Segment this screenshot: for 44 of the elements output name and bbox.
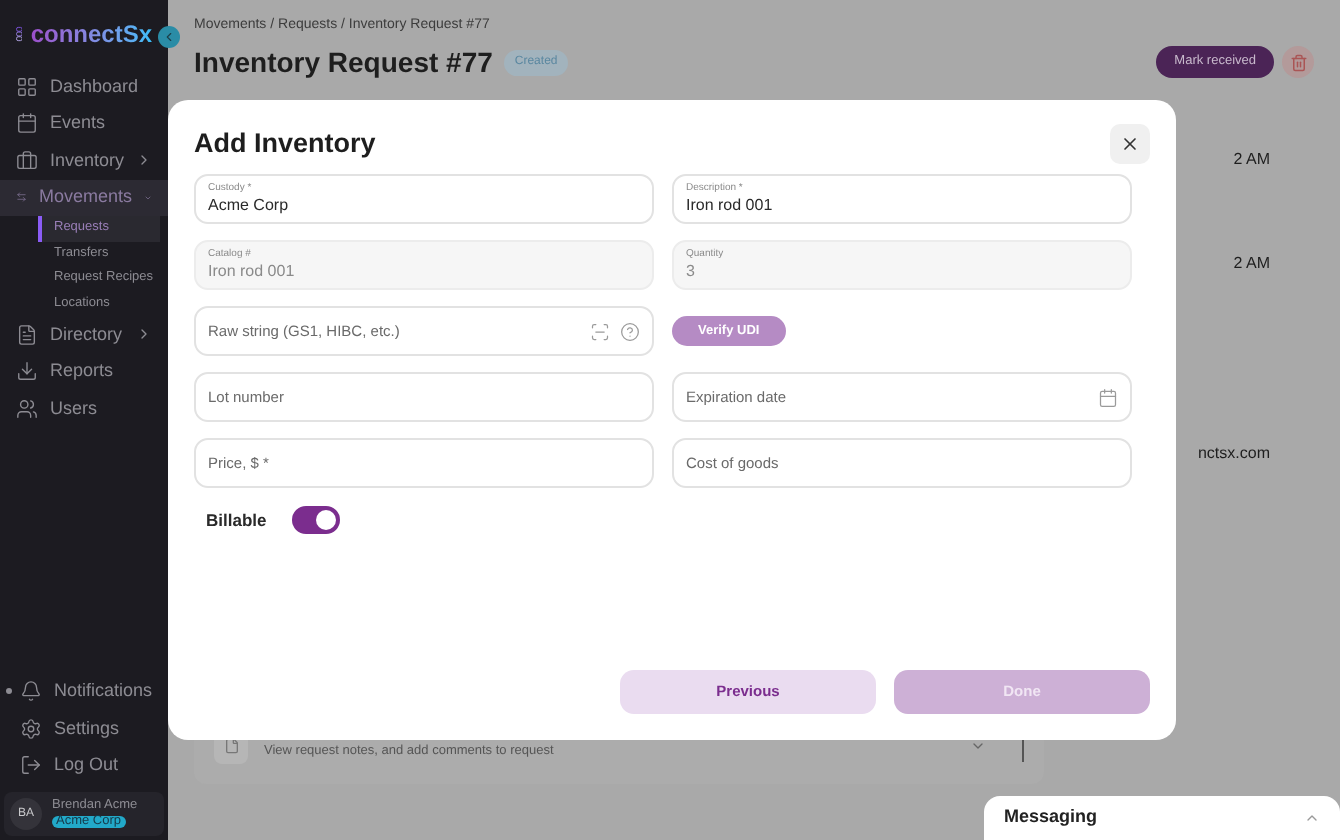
field-value: 3 xyxy=(686,264,697,281)
trash-icon xyxy=(1289,53,1307,71)
bell-icon xyxy=(20,680,42,703)
dialog-title: Add Inventory xyxy=(194,126,376,162)
nav-item[interactable]: Inventory xyxy=(0,142,168,179)
document-icon xyxy=(16,323,38,346)
nav-item[interactable]: Dashboard xyxy=(0,68,168,105)
settings-icon xyxy=(20,717,42,740)
nav-item[interactable]: Log Out xyxy=(20,752,119,779)
email-text: nctsx.com xyxy=(1197,441,1270,465)
collapse-button[interactable] xyxy=(158,26,180,48)
field-value: Acme Corp xyxy=(208,198,291,215)
field-value: Iron rod 001 xyxy=(208,264,297,281)
chevron-up-icon xyxy=(1304,810,1320,826)
billable-label: Billable xyxy=(206,507,267,534)
nav-item[interactable]: Directory xyxy=(0,316,168,353)
logout-icon xyxy=(20,754,42,777)
calendar-icon[interactable] xyxy=(1098,387,1118,408)
messaging-title: Messaging xyxy=(1004,804,1098,831)
close-icon xyxy=(1120,134,1140,155)
page-title: Inventory Request #77 xyxy=(194,43,493,82)
chevron-icon[interactable] xyxy=(969,738,985,754)
time-text: 2 AM xyxy=(1233,147,1270,171)
nav-item[interactable]: Users xyxy=(0,390,168,427)
billable-toggle[interactable] xyxy=(292,506,341,535)
nav-item[interactable]: Events xyxy=(0,105,168,142)
nav-item[interactable]: Movements xyxy=(0,179,168,216)
nav-item[interactable]: Settings xyxy=(20,715,120,742)
close-button[interactable] xyxy=(1110,124,1150,165)
grid-icon xyxy=(16,75,38,98)
file-icon xyxy=(223,738,239,754)
scan-icon[interactable] xyxy=(590,321,610,342)
help-icon[interactable] xyxy=(620,321,640,342)
delete-button[interactable] xyxy=(1282,46,1314,78)
field-value: Iron rod 001 xyxy=(686,198,775,215)
briefcase-icon xyxy=(16,149,38,172)
time-text: 2 AM xyxy=(1233,251,1270,275)
calendar-icon xyxy=(16,112,38,135)
nav-item[interactable]: Notifications xyxy=(20,678,153,705)
users-icon xyxy=(16,397,38,420)
download-icon xyxy=(16,360,38,383)
chevron-left-icon xyxy=(162,30,176,44)
messaging-panel[interactable]: Messaging xyxy=(984,796,1340,840)
nav-item[interactable]: Reports xyxy=(0,353,168,390)
